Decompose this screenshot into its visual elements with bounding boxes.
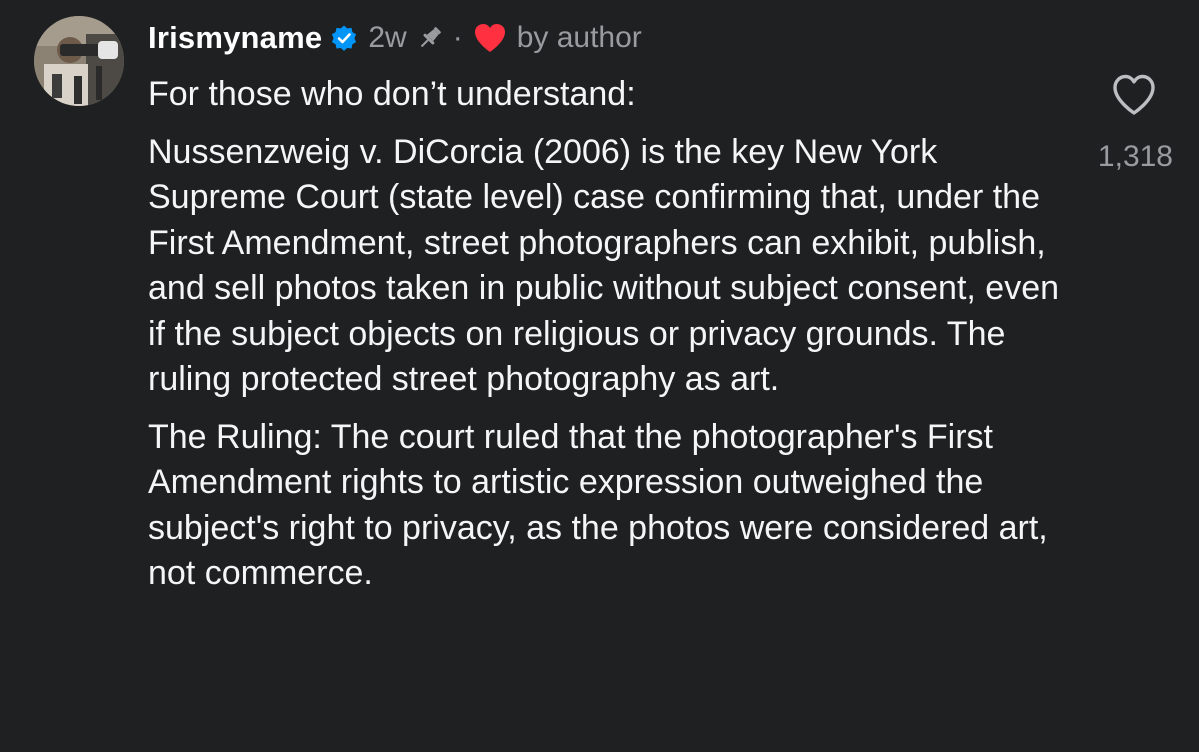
like-button[interactable]: [1110, 72, 1158, 118]
heart-outline-icon: [1113, 74, 1155, 115]
username[interactable]: Irismyname: [148, 20, 322, 56]
pin-icon: [415, 23, 445, 53]
heart-icon: [473, 22, 507, 54]
comment-body: For those who don’t understand: Nussenzw…: [148, 72, 1068, 609]
comment-paragraph: The Ruling: The court ruled that the pho…: [148, 417, 1048, 593]
comment-paragraph: Nussenzweig v. DiCorcia (2006) is the ke…: [148, 132, 1060, 399]
liked-by-author-label: by author: [516, 21, 642, 54]
separator-dot: ·: [452, 21, 463, 54]
like-count: 1,318: [1097, 140, 1173, 173]
comment-paragraph: For those who don’t understand:: [148, 75, 636, 113]
avatar[interactable]: [34, 16, 124, 106]
comment-age: 2w: [368, 21, 407, 54]
comment-header: Irismyname 2w · by author: [148, 16, 642, 60]
comment: Irismyname 2w · by author For those who …: [0, 0, 1199, 752]
avatar-photo: [34, 16, 124, 106]
verified-badge-icon: [330, 24, 358, 52]
